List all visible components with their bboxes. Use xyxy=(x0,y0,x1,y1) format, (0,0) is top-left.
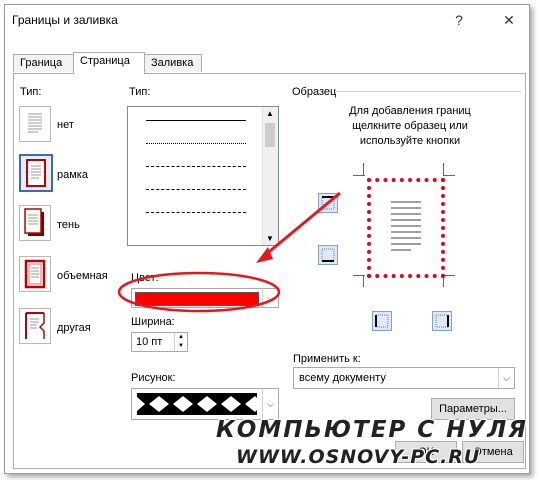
annotation-ellipse xyxy=(117,271,281,313)
tab-page-border[interactable]: Страница xyxy=(73,52,145,74)
watermark-title: КОМПЬЮТЕР С НУЛЯ xyxy=(216,417,528,443)
annotation-arrow xyxy=(256,191,341,263)
watermark-url: WWW.OSNOVY-PC.RU xyxy=(236,446,481,468)
